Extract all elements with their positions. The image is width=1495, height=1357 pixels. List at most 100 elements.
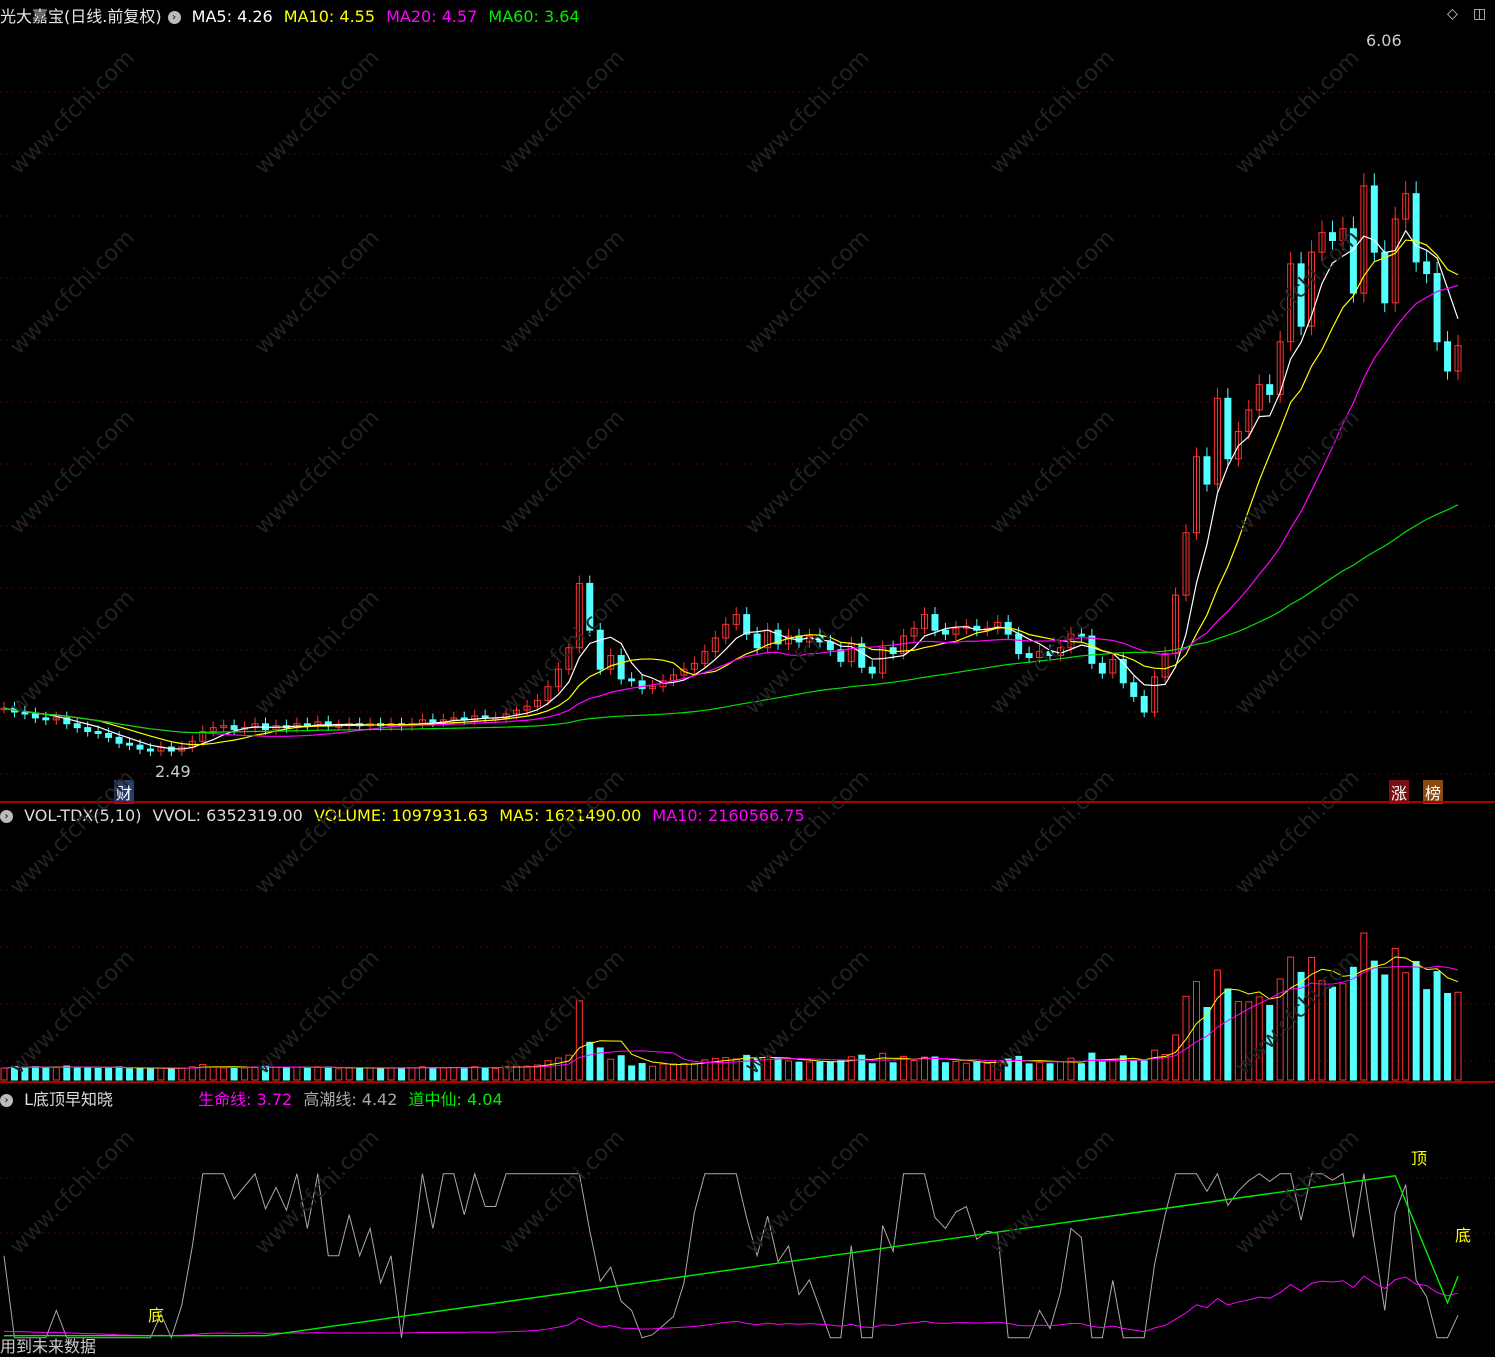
volume-bar <box>63 1065 71 1081</box>
volume-bar <box>774 1058 782 1081</box>
dao-line <box>4 1175 1459 1337</box>
volume-bar <box>513 1065 521 1081</box>
volume-bar <box>188 1066 196 1081</box>
volume-bar <box>324 1066 332 1081</box>
volume-bar <box>251 1066 259 1081</box>
candle-body <box>1266 384 1274 395</box>
volume-bar <box>837 1059 845 1081</box>
volume-bar <box>0 1067 8 1081</box>
top-signal-label: 顶 <box>1411 1149 1428 1168</box>
candle-body <box>303 723 311 727</box>
candle-body <box>42 717 50 721</box>
volume-bar <box>1098 1061 1106 1081</box>
volume-bar <box>418 1066 426 1081</box>
volume-bar <box>220 1067 228 1081</box>
volume-bar <box>1046 1063 1054 1081</box>
volume-bar <box>209 1066 217 1081</box>
candle-body <box>94 731 102 734</box>
volume-bar <box>146 1068 154 1081</box>
candle-body <box>481 715 489 719</box>
volume-bar <box>1423 989 1431 1081</box>
candle-body <box>115 736 123 744</box>
volume-bar <box>1192 980 1200 1081</box>
candle-body <box>1444 341 1452 372</box>
volume-bar <box>879 1052 887 1081</box>
volume-bar <box>429 1067 437 1081</box>
volume-bar <box>356 1067 364 1081</box>
volume-bar <box>42 1067 50 1081</box>
volume-bar <box>743 1054 751 1081</box>
volume-bar <box>105 1067 113 1081</box>
volume-bar <box>659 1063 667 1081</box>
high-price-label: 6.06 <box>1366 31 1402 50</box>
candle-body <box>136 744 144 750</box>
candle-body <box>1203 456 1211 485</box>
candle-body <box>1433 273 1441 343</box>
volume-bar <box>460 1067 468 1081</box>
volume-bar <box>1402 972 1410 1081</box>
volume-bar <box>115 1066 123 1081</box>
ma20-line <box>3 284 1459 737</box>
candle-body <box>826 641 834 651</box>
indicator-panel[interactable]: › L底顶早知晓 生命线: 3.72 高潮线: 4.42 道中仙: 4.04 顶… <box>0 1083 1495 1357</box>
candle-body <box>21 711 29 715</box>
volume-bar <box>1057 1061 1065 1081</box>
volume-bar <box>52 1067 60 1081</box>
volume-bar <box>1025 1063 1033 1081</box>
volume-bar <box>1360 932 1368 1081</box>
volume-bar <box>84 1066 92 1081</box>
volume-bar <box>1119 1055 1127 1081</box>
volume-bar <box>1172 1034 1180 1081</box>
volume-bar <box>303 1067 311 1081</box>
life-line <box>3 1275 1459 1337</box>
volume-bar <box>262 1065 270 1081</box>
volume-bar <box>816 1061 824 1081</box>
volume-bar <box>1433 971 1441 1081</box>
volume-bar <box>31 1066 39 1081</box>
volume-bar <box>638 1063 646 1081</box>
volume-bar <box>1328 986 1336 1081</box>
volume-bar <box>366 1067 374 1081</box>
candle-body <box>146 748 154 752</box>
candle-body <box>230 725 238 731</box>
volume-bar <box>931 1056 939 1081</box>
volume-bar <box>826 1061 834 1081</box>
volume-chart <box>0 889 1495 1081</box>
bottom-signal-label-early: 底 <box>148 1306 165 1325</box>
volume-bar <box>230 1066 238 1081</box>
volume-bar <box>241 1067 249 1081</box>
candle-body <box>429 719 437 723</box>
volume-bar <box>1151 1049 1159 1081</box>
volume-bar <box>408 1067 416 1081</box>
volume-bar <box>21 1066 29 1081</box>
candle-body <box>1328 232 1336 241</box>
candle-body <box>1015 633 1023 655</box>
volume-bar <box>690 1062 698 1081</box>
volume-bar <box>628 1065 636 1081</box>
volume-bar <box>994 1060 1002 1081</box>
volume-bar <box>785 1060 793 1081</box>
ma5-line <box>3 229 1459 750</box>
candle-body <box>586 582 594 631</box>
candle-body <box>105 732 113 738</box>
volume-bar <box>1130 1060 1138 1081</box>
volume-bar <box>167 1067 175 1081</box>
candle-body <box>889 647 897 655</box>
volume-bar <box>607 1058 615 1081</box>
volume-bar <box>973 1062 981 1081</box>
volume-panel[interactable]: › VOL-TDX(5,10) VVOL: 6352319.00 VOLUME:… <box>0 803 1495 1082</box>
volume-bar <box>617 1055 625 1081</box>
volume-bar <box>941 1062 949 1081</box>
volume-bar <box>1224 988 1232 1081</box>
volume-bar <box>1287 956 1295 1081</box>
volume-bar <box>1140 1060 1148 1081</box>
price-panel[interactable]: 光大嘉宝(日线.前复权) › MA5: 4.26 MA10: 4.55 MA20:… <box>0 0 1495 804</box>
volume-bar <box>1109 1058 1117 1081</box>
volume-bar <box>1381 974 1389 1081</box>
candle-body <box>1349 228 1357 294</box>
volume-bar <box>1036 1062 1044 1081</box>
volume-bar <box>1088 1052 1096 1081</box>
candle-body <box>1412 193 1420 263</box>
volume-bar <box>471 1066 479 1081</box>
volume-bar <box>492 1068 500 1081</box>
